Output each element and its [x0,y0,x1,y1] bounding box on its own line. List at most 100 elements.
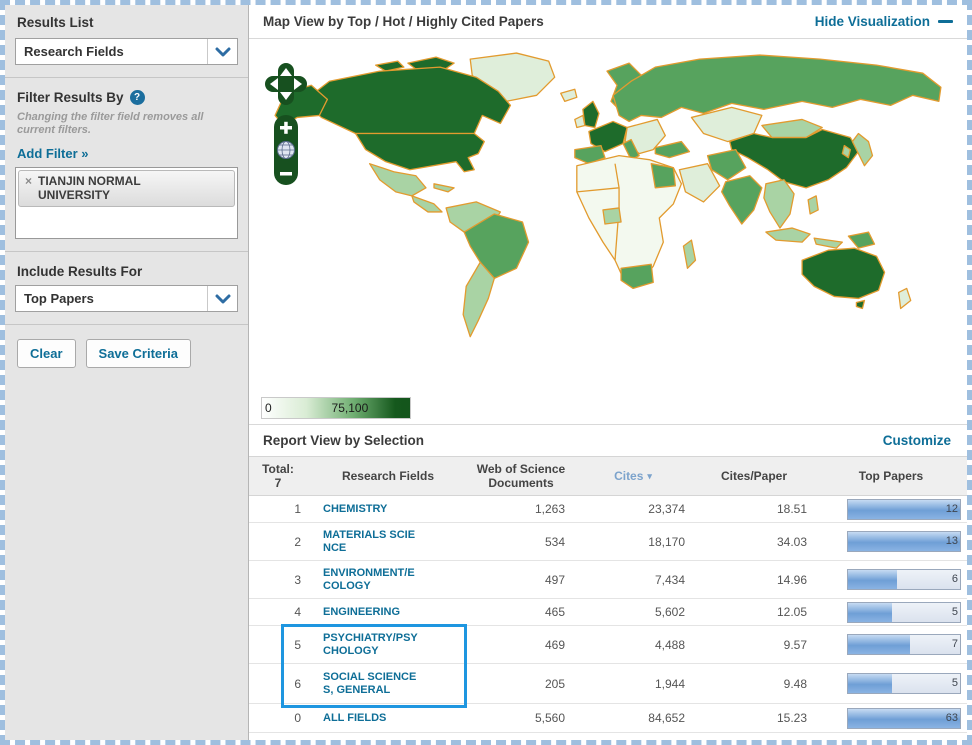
row-cites-per-paper: 12.05 [776,605,807,619]
row-cites-per-paper: 18.51 [776,502,807,516]
row-documents: 534 [544,534,565,549]
field-link[interactable]: SOCIAL SCIENCES, GENERAL [323,671,422,697]
world-choropleth-map[interactable] [257,43,961,393]
row-cites: 5,602 [654,605,685,619]
row-cites-per-paper: 9.48 [783,676,807,691]
row-cites: 18,170 [648,534,685,549]
top-papers-value: 13 [945,535,958,547]
sidebar-divider [5,324,248,325]
globe-icon [277,141,295,159]
row-rank: 2 [294,534,301,549]
top-papers-bar: 6 [847,569,961,590]
row-rank: 3 [294,572,301,587]
include-results-dropdown-value: Top Papers [24,291,94,306]
row-rank: 4 [294,605,301,619]
top-papers-bar: 63 [847,707,961,729]
results-table: Total: 7 Research Fields Web of Science … [249,456,967,733]
table-row: 5 PSYCHIATRY/PSYCHOLOGY 469 4,488 9.57 7 [249,626,967,664]
esi-page: Results List Research Fields Filter Resu… [0,0,972,745]
map-header: Map View by Top / Hot / Highly Cited Pap… [249,5,967,39]
help-icon[interactable]: ? [129,90,145,105]
field-link[interactable]: ALL FIELDS [323,712,422,725]
row-cites: 84,652 [648,711,685,725]
top-papers-value: 12 [945,502,958,515]
filter-tag-label: TIANJIN NORMAL UNIVERSITY [38,174,141,202]
table-row: 1 CHEMISTRY 1,263 23,374 18.51 12 [249,496,967,523]
row-rank: 1 [294,502,301,516]
table-row: 6 SOCIAL SCIENCES, GENERAL 205 1,944 9.4… [249,664,967,704]
column-header-cites-per-paper[interactable]: Cites/Paper [693,469,815,483]
row-cites-per-paper: 34.03 [776,534,807,549]
map-zoom-control[interactable] [274,115,298,185]
filter-tag: × TIANJIN NORMAL UNIVERSITY [18,170,235,207]
row-rank: 0 [294,711,301,725]
report-title: Report View by Selection [263,433,425,448]
top-papers-value: 6 [951,573,958,585]
add-filter-link[interactable]: Add Filter » [17,146,89,161]
filter-list-box: × TIANJIN NORMAL UNIVERSITY [15,167,238,239]
table-row: 4 ENGINEERING 465 5,602 12.05 5 [249,599,967,626]
row-documents: 497 [544,572,565,587]
field-link[interactable]: ENGINEERING [323,606,422,619]
row-cites: 7,434 [654,572,685,587]
sort-desc-icon: ▾ [647,471,652,481]
hide-visualization-link[interactable]: Hide Visualization [815,14,953,29]
row-documents: 469 [544,637,565,652]
sidebar: Results List Research Fields Filter Resu… [5,5,249,740]
table-row: 0 ALL FIELDS 5,560 84,652 15.23 63 [249,704,967,733]
field-link[interactable]: ENVIRONMENT/ECOLOGY [323,567,422,593]
top-papers-value: 5 [951,677,958,689]
row-cites: 23,374 [648,502,685,516]
column-header-research-fields[interactable]: Research Fields [307,469,469,483]
filter-note: Changing the filter field removes all cu… [17,111,204,136]
top-papers-bar: 12 [847,498,961,520]
row-documents: 205 [544,676,565,691]
row-cites-per-paper: 14.96 [776,572,807,587]
row-cites: 1,944 [654,676,685,691]
chevron-down-icon[interactable] [207,286,237,311]
table-row: 2 MATERIALS SCIENCE 534 18,170 34.03 13 [249,523,967,561]
clear-button[interactable]: Clear [17,339,76,368]
column-header-wos-documents[interactable]: Web of Science Documents [469,462,573,490]
results-list-dropdown[interactable]: Research Fields [15,38,238,65]
report-header: Report View by Selection Customize [249,424,967,456]
map-legend: 0 75,100 [261,397,411,419]
sidebar-divider [5,251,248,252]
map-area [249,39,967,395]
main-panel: Map View by Top / Hot / Highly Cited Pap… [249,5,967,740]
customize-link[interactable]: Customize [883,433,951,448]
legend-max-label: 75,100 [331,401,369,415]
include-results-title: Include Results For [17,264,143,279]
include-results-dropdown[interactable]: Top Papers [15,285,238,312]
sidebar-divider [5,77,248,78]
save-criteria-button[interactable]: Save Criteria [85,339,192,368]
top-papers-value: 5 [951,605,958,618]
top-papers-bar: 5 [847,601,961,623]
row-documents: 465 [544,605,565,619]
top-papers-bar: 5 [847,673,961,694]
remove-filter-icon[interactable]: × [25,174,32,202]
map-pan-control[interactable] [265,63,307,105]
row-cites-per-paper: 9.57 [783,637,807,652]
field-link[interactable]: CHEMISTRY [323,503,422,516]
top-papers-value: 7 [951,638,958,650]
row-cites: 4,488 [654,637,685,652]
row-documents: 1,263 [534,502,565,516]
zoom-out-icon [280,172,292,176]
top-papers-bar: 13 [847,531,961,552]
field-link[interactable]: PSYCHIATRY/PSYCHOLOGY [323,632,422,658]
legend-min-label: 0 [265,401,272,415]
table-header-row: Total: 7 Research Fields Web of Science … [249,456,967,496]
results-list-dropdown-value: Research Fields [24,44,124,59]
chevron-down-icon[interactable] [207,39,237,64]
row-cites-per-paper: 15.23 [776,711,807,725]
row-documents: 5,560 [534,711,565,725]
results-list-title: Results List [17,15,94,30]
column-header-top-papers[interactable]: Top Papers [815,469,967,483]
column-header-cites[interactable]: Cites ▾ [573,469,693,483]
total-header: Total: 7 [262,462,294,490]
map-title: Map View by Top / Hot / Highly Cited Pap… [263,14,544,29]
row-rank: 6 [294,676,301,691]
row-rank: 5 [294,637,301,652]
field-link[interactable]: MATERIALS SCIENCE [323,529,422,555]
